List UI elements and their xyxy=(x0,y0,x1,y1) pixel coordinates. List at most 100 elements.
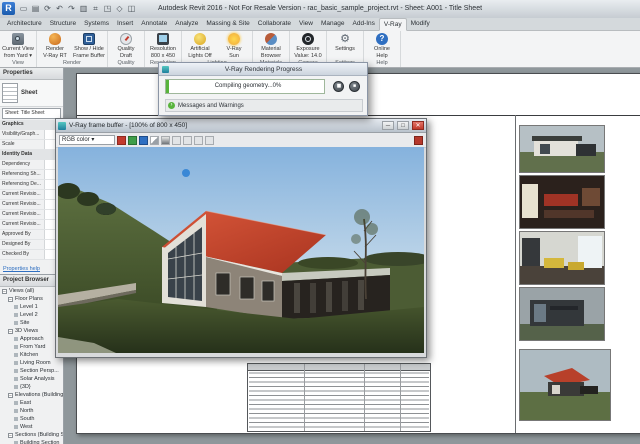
tab-v-ray[interactable]: V-Ray xyxy=(378,18,407,31)
tab-systems[interactable]: Systems xyxy=(80,18,113,30)
expander-icon[interactable]: − xyxy=(8,296,13,302)
properties-help-link[interactable]: Properties help xyxy=(3,266,40,272)
property-row-identity-data[interactable]: Identity Data xyxy=(0,150,63,160)
browser-item-approach[interactable]: Approach xyxy=(0,335,63,343)
sun-icon xyxy=(228,33,240,45)
ribbon-button-v-ray-sun[interactable]: V-Ray Sun xyxy=(217,32,251,60)
property-row-current-revisio[interactable]: Current Revisio... xyxy=(0,200,63,210)
history-icon[interactable] xyxy=(183,135,192,145)
tab-annotate[interactable]: Annotate xyxy=(137,18,171,30)
tab-collaborate[interactable]: Collaborate xyxy=(254,18,295,30)
sheet-render-thumbnail-approach[interactable] xyxy=(519,349,611,421)
ribbon-button-show-hide-frame-buffer[interactable]: Show / Hide Frame Buffer xyxy=(72,32,106,60)
teapot-icon xyxy=(49,33,61,45)
tab-manage[interactable]: Manage xyxy=(317,18,349,30)
browser-item-kitchen[interactable]: Kitchen xyxy=(0,351,63,359)
browser-item-from-yard[interactable]: From Yard xyxy=(0,343,63,351)
browser-item-north[interactable]: North xyxy=(0,407,63,415)
type-selector-preview[interactable]: Sheet xyxy=(0,80,63,107)
messages-expander[interactable]: › Messages and Warnings xyxy=(165,99,363,112)
tab-architecture[interactable]: Architecture xyxy=(3,18,46,30)
tab-structure[interactable]: Structure xyxy=(46,18,80,30)
progress-dialog-title-bar[interactable]: V-Ray Rendering Progress xyxy=(159,63,367,76)
browser-item-floor-plans[interactable]: − Floor Plans xyxy=(0,295,63,303)
browser-item-3d[interactable]: {3D} xyxy=(0,383,63,391)
pause-render-button[interactable] xyxy=(333,81,344,92)
browser-item-site[interactable]: Site xyxy=(0,319,63,327)
view-icon xyxy=(14,385,18,389)
browser-item-level-2[interactable]: Level 2 xyxy=(0,311,63,319)
camera-icon xyxy=(12,33,24,45)
browser-item-level-1[interactable]: Level 1 xyxy=(0,303,63,311)
expander-icon[interactable]: − xyxy=(8,328,13,334)
ribbon-button-resolution-800-x-450[interactable]: Resolution 800 x 450 xyxy=(146,32,180,60)
browser-item-building-section[interactable]: Building Section xyxy=(0,439,63,444)
blue-channel-icon[interactable] xyxy=(139,135,148,145)
frame-buffer-title-bar[interactable]: V-Ray frame buffer - [100% of 800 x 450]… xyxy=(56,119,426,133)
property-row-current-revisio[interactable]: Current Revisio... xyxy=(0,220,63,230)
ribbon-button-artificial-lights-off[interactable]: Artificial Lights Off xyxy=(183,32,217,60)
browser-item-west[interactable]: West xyxy=(0,423,63,431)
tab-massing-site[interactable]: Massing & Site xyxy=(202,18,253,30)
tab-modify[interactable]: Modify xyxy=(407,18,434,30)
property-row-referencing-sh[interactable]: Referencing Sh... xyxy=(0,170,63,180)
stop-render-button[interactable] xyxy=(349,81,360,92)
close-icon[interactable]: ✕ xyxy=(412,121,424,130)
browser-item-section-persp[interactable]: Section Persp... xyxy=(0,367,63,375)
property-row-current-revisio[interactable]: Current Revisio... xyxy=(0,210,63,220)
ribbon-button-online-help[interactable]: OnlineHelp xyxy=(365,32,399,60)
property-row-scale[interactable]: Scale xyxy=(0,140,63,150)
ribbon-button-current-view-from-yard[interactable]: Current View from Yard ▾ xyxy=(1,32,35,60)
color-correction-icon[interactable] xyxy=(194,135,203,145)
channel-select-dropdown[interactable]: RGB color ▾ xyxy=(59,135,115,145)
frame-buffer-title: V-Ray frame buffer - [100% of 800 x 450] xyxy=(69,122,188,129)
sheet-render-thumbnail-exterior[interactable] xyxy=(519,125,605,173)
tab-insert[interactable]: Insert xyxy=(113,18,137,30)
property-row-approved-by[interactable]: Approved By xyxy=(0,230,63,240)
browser-item-living-room[interactable]: Living Room xyxy=(0,359,63,367)
save-icon[interactable] xyxy=(414,135,423,145)
red-channel-icon[interactable] xyxy=(117,135,126,145)
ribbon-button-quality-draft[interactable]: Quality Draft xyxy=(109,32,143,60)
browser-item-east[interactable]: East xyxy=(0,399,63,407)
alpha-channel-icon[interactable] xyxy=(150,135,159,145)
ribbon-button-exposure-value-14-0[interactable]: Exposure Value: 14.0 xyxy=(291,32,325,60)
ribbon-button-render-v-ray-rt[interactable]: Render V-Ray RT xyxy=(38,32,72,60)
browser-item-3d-views[interactable]: −3D Views xyxy=(0,327,63,335)
property-row-checked-by[interactable]: Checked By xyxy=(0,250,63,260)
property-row-graphics[interactable]: Graphics xyxy=(0,120,63,130)
property-row-current-revisio[interactable]: Current Revisio... xyxy=(0,190,63,200)
property-row-visibility-graph[interactable]: Visibility/Graph... xyxy=(0,130,63,140)
ribbon-button-settings-x[interactable]: Settings xyxy=(328,32,362,60)
sheet-render-thumbnail-living-room[interactable] xyxy=(519,231,605,285)
compare-icon[interactable] xyxy=(172,135,181,145)
maximize-icon[interactable]: □ xyxy=(397,121,409,130)
expander-icon[interactable]: − xyxy=(2,288,7,294)
property-row-referencing-de[interactable]: Referencing De... xyxy=(0,180,63,190)
tab-view[interactable]: View xyxy=(295,18,317,30)
expander-icon[interactable]: − xyxy=(8,432,13,438)
revit-application-window: R ▭ ▤ ⟳ ↶ ↷ ▥ ⌗ ◳ ◇ ◫ Autodesk Revit 2016 - Not F… xyxy=(0,0,640,444)
minimize-icon[interactable]: ─ xyxy=(382,121,394,130)
view-icon xyxy=(14,313,18,317)
view-icon xyxy=(14,361,18,365)
property-row-dependency[interactable]: Dependency xyxy=(0,160,63,170)
browser-item-sections-building-section[interactable]: −Sections (Building Section) xyxy=(0,431,63,439)
browser-item-solar-analysis[interactable]: Solar Analysis xyxy=(0,375,63,383)
ribbon-button-material-browser[interactable]: Material Browser xyxy=(254,32,288,60)
browser-item-south[interactable]: South xyxy=(0,415,63,423)
browser-item-views-all[interactable]: − Views (all) xyxy=(0,287,63,295)
vray-frame-buffer-window[interactable]: V-Ray frame buffer - [100% of 800 x 450]… xyxy=(55,118,432,358)
tab-analyze[interactable]: Analyze xyxy=(171,18,202,30)
tab-add-ins[interactable]: Add-Ins xyxy=(349,18,379,30)
region-icon[interactable] xyxy=(205,135,214,145)
sheet-render-thumbnail-kitchen[interactable] xyxy=(519,175,605,229)
green-channel-icon[interactable] xyxy=(128,135,137,145)
property-row-designed-by[interactable]: Designed By xyxy=(0,240,63,250)
browser-item-elevations-building-elevation[interactable]: −Elevations (Building Elevation) xyxy=(0,391,63,399)
mono-channel-icon[interactable] xyxy=(161,135,170,145)
type-selector-dropdown[interactable]: Sheet: Title Sheet xyxy=(2,108,61,119)
vray-progress-dialog[interactable]: V-Ray Rendering Progress Compiling geome… xyxy=(158,62,368,116)
expander-icon[interactable]: − xyxy=(8,392,13,398)
sheet-render-thumbnail-solar[interactable] xyxy=(519,287,605,341)
